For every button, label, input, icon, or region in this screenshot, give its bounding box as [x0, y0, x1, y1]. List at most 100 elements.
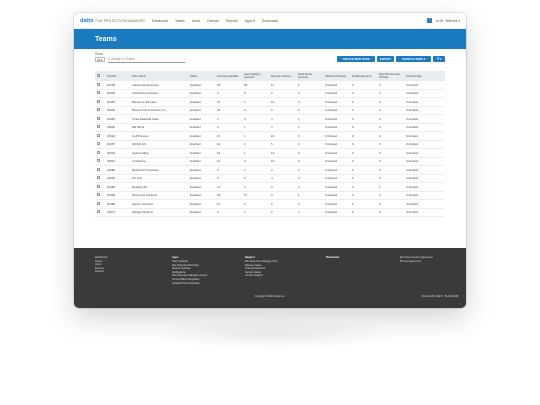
cell-team-name[interactable]: DB Stride: [130, 123, 188, 132]
cell-new-devices: 0: [377, 106, 404, 115]
cell-team-name[interactable]: Medpatch Properties: [130, 165, 188, 175]
footer-link-privacy[interactable]: Privacy Agreement: [400, 260, 433, 264]
table-row[interactable]: 24994 PC Link Enabled 5 0 4 0 Unlimited 0 0 Unlimi…: [95, 174, 445, 183]
row-select[interactable]: [95, 148, 105, 158]
table-row[interactable]: 20486 Reading PC Enabled 11 2 3 2 Unlimited 0 1 Un…: [95, 182, 445, 192]
cell-team-name[interactable]: Golf Brewers: [130, 131, 188, 141]
table-row[interactable]: 26423 Hydros Ailing Enabled 15 1 13 0 Unlimited…: [95, 148, 445, 158]
header-select[interactable]: [95, 71, 105, 81]
nav-teams[interactable]: Teams: [175, 19, 185, 23]
table-row[interactable]: 24363 Crisis Baseball Team Enabled 2 0 4 1 Unli…: [95, 114, 445, 124]
row-select[interactable]: [95, 199, 105, 209]
table-row[interactable]: 20801 LD Racing Enabled 10 0 10 0 Unlimited 0 0 Un…: [95, 157, 445, 166]
search-input[interactable]: ⚲ Search in Teams: [108, 57, 185, 63]
row-checkbox[interactable]: [97, 91, 100, 95]
footer-link-autotask[interactable]: Autotask PSA Integration: [172, 282, 207, 286]
table-row[interactable]: 20339 Architecture Artisans Enabled 3 6 0 0 Unl…: [95, 89, 445, 98]
header-licenses-available[interactable]: Licenses Available: [215, 71, 242, 81]
create-new-team-button[interactable]: CREATE NEW TEAM: [337, 56, 375, 62]
row-checkbox[interactable]: [97, 99, 100, 103]
row-select[interactable]: [95, 208, 105, 217]
table-row[interactable]: 25440 Biotech File Protection Co Enabled 25…: [95, 106, 445, 115]
show-select[interactable]: All ▾: [95, 57, 105, 62]
select-all-checkbox[interactable]: [97, 74, 100, 77]
nav-apps[interactable]: Apps ▾: [245, 19, 255, 23]
row-select[interactable]: [95, 191, 105, 200]
header-additional-storage[interactable]: Additional Storage: [323, 71, 350, 81]
row-select[interactable]: [95, 81, 105, 90]
columns-menu-button[interactable]: ☰ ▾: [433, 56, 445, 62]
row-checkbox[interactable]: [97, 159, 100, 163]
nav-downloads[interactable]: Downloads: [262, 19, 278, 23]
export-button[interactable]: EXPORT: [377, 56, 394, 62]
header-status[interactable]: Status: [188, 71, 215, 81]
cell-team-name[interactable]: PC Link: [130, 174, 188, 183]
row-checkbox[interactable]: [97, 116, 100, 120]
row-select[interactable]: [95, 89, 105, 98]
nav-reports[interactable]: Reports: [226, 19, 238, 23]
row-select[interactable]: [95, 97, 105, 107]
datto-logo[interactable]: datto: [80, 18, 93, 24]
help-icon[interactable]: ?: [427, 18, 433, 23]
header-team-id[interactable]: TeamID: [105, 71, 130, 81]
row-checkbox[interactable]: [97, 142, 100, 146]
cell-team-name[interactable]: Blueberry Hill Labs: [130, 97, 188, 107]
cell-team-name[interactable]: Saxton Services: [130, 199, 188, 209]
header-remote-licenses[interactable]: Remote Licenses: [269, 71, 296, 81]
cell-team-name[interactable]: Reading PC: [130, 182, 188, 192]
row-select[interactable]: [95, 165, 105, 175]
footer-downloads-heading[interactable]: Downloads: [326, 256, 339, 260]
cell-team-name[interactable]: Architecture Artisans: [130, 89, 188, 98]
row-checkbox[interactable]: [97, 167, 100, 171]
cell-team-name[interactable]: Richmond Gardens: [130, 191, 188, 200]
header-team-name[interactable]: Team Name: [130, 71, 188, 81]
cell-team-name[interactable]: Wedge Kitchens: [130, 208, 188, 217]
row-select[interactable]: [95, 114, 105, 124]
table-row[interactable]: 24980 Medpatch Properties Enabled 3 1 3 1 Unlim…: [95, 165, 445, 175]
row-select[interactable]: [95, 131, 105, 141]
footer-link-contact[interactable]: Contact Support: [245, 274, 277, 278]
row-checkbox[interactable]: [97, 210, 100, 214]
table-row[interactable]: 26420 Golf Brewers Enabled 10 1 10 0 Unlimited 0…: [95, 131, 445, 141]
table-row[interactable]: 20469 Blueberry Hill Labs Enabled 10 1 10 0 Unl…: [95, 97, 445, 107]
cell-team-name[interactable]: Biotech File Protection Co: [130, 106, 188, 115]
table-row[interactable]: 20309 Richmond Gardens Enabled 18 17 3 1 Unlimi…: [95, 191, 445, 200]
row-checkbox[interactable]: [97, 201, 100, 205]
row-select[interactable]: [95, 157, 105, 166]
table-row[interactable]: 20488 Saxton Services Enabled 10 0 6 0 Unlimite…: [95, 199, 445, 209]
row-checkbox[interactable]: [97, 133, 100, 137]
row-select[interactable]: [95, 106, 105, 115]
header-total-storage[interactable]: Total Storage: [404, 71, 445, 81]
nav-devices[interactable]: Devices: [207, 19, 219, 23]
cell-team-name[interactable]: LD Racing: [130, 157, 188, 166]
table-row[interactable]: 20487 GN321.US Enabled 10 1 5 0 Unlimited 0 0 Unli…: [95, 140, 445, 149]
user-menu[interactable]: Mr. Jefferies ▾: [440, 19, 460, 23]
row-checkbox[interactable]: [97, 176, 100, 180]
row-select[interactable]: [95, 182, 105, 192]
table-row[interactable]: 24877 Wedge Kitchens Enabled 2 1 2 1 Unlimited 0…: [95, 208, 445, 217]
header-new-devices[interactable]: New Devices Last 30 Days: [377, 71, 404, 81]
row-checkbox[interactable]: [97, 82, 100, 86]
table-row[interactable]: 24718 Adelson Engineering Enabled 45 36 11 1 Un…: [95, 81, 445, 90]
row-checkbox[interactable]: [97, 184, 100, 188]
row-checkbox[interactable]: [97, 125, 100, 129]
row-checkbox[interactable]: [97, 150, 100, 154]
row-select[interactable]: [95, 174, 105, 183]
header-used-server-licenses[interactable]: Used Server Licenses: [296, 71, 323, 81]
row-select[interactable]: [95, 140, 105, 149]
row-select[interactable]: [95, 123, 105, 132]
cell-team-name[interactable]: Adelson Engineering: [130, 81, 188, 90]
cell-used-server-licenses: 0: [296, 199, 323, 209]
header-used-desktop-licenses[interactable]: Used Desktop Licenses: [242, 71, 269, 81]
nav-dashboard[interactable]: Dashboard: [152, 19, 168, 23]
row-checkbox[interactable]: [97, 193, 100, 197]
show-filters-button[interactable]: SHOW FILTERS ▾: [396, 56, 431, 62]
table-row[interactable]: 24929 DB Stride Enabled 6 1 3 1 Unlimited 0 0 Unli…: [95, 123, 445, 132]
nav-users[interactable]: Users: [192, 19, 201, 23]
header-pending-devices[interactable]: Pending Devices: [350, 71, 377, 81]
cell-team-name[interactable]: Crisis Baseball Team: [130, 114, 188, 124]
cell-team-name[interactable]: GN321.US: [130, 140, 188, 149]
cell-team-name[interactable]: Hydros Ailing: [130, 148, 188, 158]
row-checkbox[interactable]: [97, 108, 100, 112]
footer-link-reports[interactable]: Reports: [95, 270, 107, 274]
